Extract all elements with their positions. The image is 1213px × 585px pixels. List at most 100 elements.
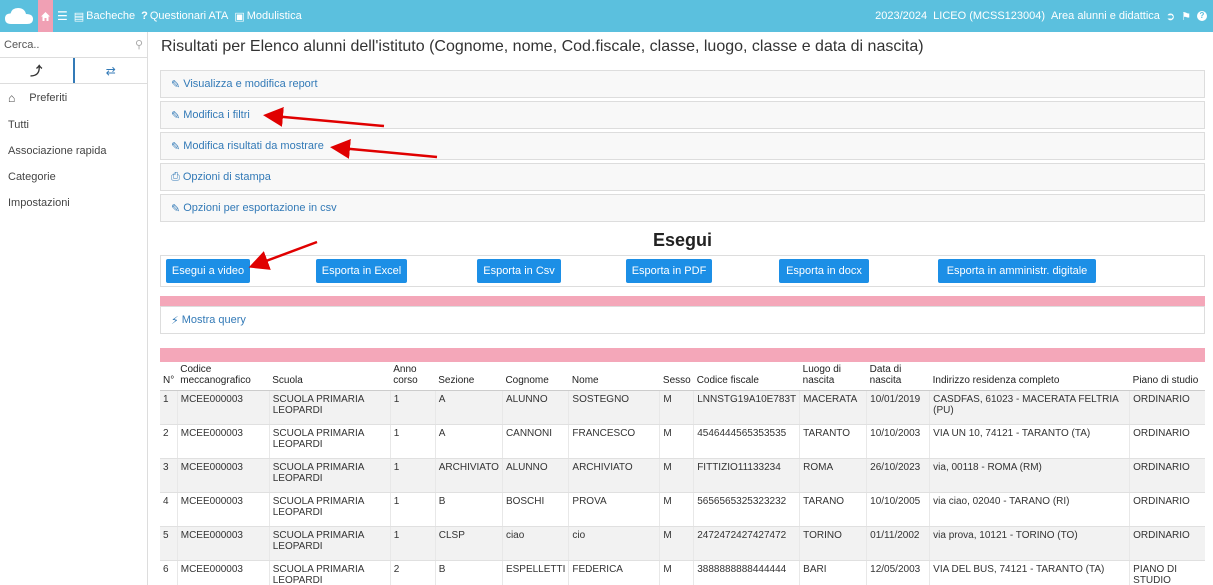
nav-questionari[interactable]: ? Questionari ATA	[141, 10, 228, 22]
table-cell: FRANCESCO	[568, 424, 660, 459]
panel-label: Modifica i filtri	[183, 109, 250, 121]
panel-label: Opzioni di stampa	[182, 171, 271, 183]
col-header[interactable]: Sezione	[435, 362, 503, 391]
col-header[interactable]: N°	[160, 362, 178, 391]
table-cell: MCEE000003	[176, 492, 270, 527]
export-pdf-button[interactable]: Esporta in PDF	[626, 259, 712, 283]
school-name[interactable]: LICEO (MCSS123004)	[933, 10, 1045, 22]
table-cell: 10/01/2019	[866, 390, 930, 425]
table-cell: FEDERICA	[568, 560, 660, 585]
table-cell: B	[434, 560, 503, 585]
nav-bacheche-label: Bacheche	[86, 10, 136, 22]
table-cell: 2	[389, 560, 436, 585]
table-cell: M	[659, 560, 694, 585]
panel-opzioni-stampa[interactable]: ⎙ Opzioni di stampa	[160, 163, 1205, 191]
search-box[interactable]: Cerca.. ⚲	[0, 32, 147, 58]
col-header[interactable]: Piano di studio	[1129, 362, 1205, 391]
cloud-logo-icon[interactable]	[0, 0, 38, 32]
table-row[interactable]: 4 MCEE000003 SCUOLA PRIMARIA LEOPARDI 1 B BOS…	[160, 492, 1205, 527]
table-cell: 26/10/2023	[866, 458, 930, 493]
page-title: Risultati per Elenco alunni dell'istitut…	[161, 38, 924, 55]
export-csv-button[interactable]: Esporta in Csv	[477, 259, 561, 283]
search-icon[interactable]: ⚲	[135, 38, 143, 51]
col-header[interactable]: Codice fiscale	[693, 362, 800, 391]
area-label[interactable]: Area alunni e didattica	[1051, 10, 1160, 22]
table-cell: SCUOLA PRIMARIA LEOPARDI	[268, 424, 391, 459]
sidebar-item-associazione[interactable]: Associazione rapida	[0, 138, 147, 164]
table-row[interactable]: 6 MCEE000003 SCUOLA PRIMARIA LEOPARDI 2 B ESP…	[160, 560, 1205, 585]
nav-questionari-label: Questionari ATA	[149, 10, 229, 22]
table-cell: BOSCHI	[501, 492, 569, 527]
panel-label: Modifica risultati da mostrare	[183, 140, 324, 152]
table-cell: TORINO	[799, 526, 867, 561]
panel-modifica-risultati[interactable]: ✎ Modifica risultati da mostrare	[160, 132, 1205, 160]
table-row[interactable]: 3 MCEE000003 SCUOLA PRIMARIA LEOPARDI 1 ARCH…	[160, 458, 1205, 493]
table-cell: CASDFAS, 61023 - MACERATA FELTRIA (PU)	[929, 390, 1130, 425]
table-cell: 01/11/2002	[866, 526, 930, 561]
export-digitale-button[interactable]: Esporta in amministr. digitale	[938, 259, 1096, 283]
bell-icon[interactable]: ⚑	[1181, 10, 1191, 23]
table-cell: SCUOLA PRIMARIA LEOPARDI	[268, 526, 391, 561]
col-header[interactable]: Cognome	[502, 362, 569, 391]
sidebar-item-tutti[interactable]: Tutti	[0, 112, 147, 138]
esegui-video-button[interactable]: Esegui a video	[166, 259, 250, 283]
export-excel-button[interactable]: Esporta in Excel	[316, 259, 407, 283]
tab-up[interactable]: ⤴	[0, 58, 75, 83]
panel-modifica-filtri[interactable]: ✎ Modifica i filtri	[160, 101, 1205, 129]
table-cell: BARI	[799, 560, 867, 585]
tab-refresh[interactable]: ⇄	[75, 58, 148, 83]
export-docx-button[interactable]: Esporta in docx	[779, 259, 869, 283]
query-label: Mostra query	[181, 314, 246, 326]
sidebar-item-preferiti[interactable]: ⌂ Preferiti	[0, 84, 147, 112]
help-icon[interactable]: ?	[1197, 11, 1207, 21]
nav-bacheche[interactable]: ▤ Bacheche	[74, 10, 135, 23]
mostra-query-toggle[interactable]: ⚡ Mostra query	[160, 306, 1205, 334]
table-cell: 1	[389, 390, 436, 425]
search-input[interactable]: Cerca..	[4, 39, 39, 51]
table-row[interactable]: 1 MCEE000003 SCUOLA PRIMARIA LEOPARDI 1 A ALU…	[160, 390, 1205, 425]
table-cell: 12/05/2003	[866, 560, 930, 585]
print-icon: ⎙	[171, 170, 180, 183]
edit-icon: ✎	[171, 78, 181, 91]
sidebar-item-label: Preferiti	[29, 92, 68, 104]
col-header[interactable]: Anno corso	[390, 362, 436, 391]
pink-divider	[160, 348, 1205, 362]
col-header[interactable]: Scuola	[269, 362, 391, 391]
table-cell: ALUNNO	[501, 390, 569, 425]
sidebar-item-categorie[interactable]: Categorie	[0, 164, 147, 190]
table-cell: 3	[160, 458, 178, 493]
edit-icon: ✎	[171, 109, 181, 122]
sidebar-tabs: ⤴ ⇄	[0, 58, 147, 84]
panel-opzioni-csv[interactable]: ✎ Opzioni per esportazione in csv	[160, 194, 1205, 222]
sidebar-item-impostazioni[interactable]: Impostazioni	[0, 190, 147, 216]
table-row[interactable]: 5 MCEE000003 SCUOLA PRIMARIA LEOPARDI 1 CLSP…	[160, 526, 1205, 561]
table-cell: VIA DEL BUS, 74121 - TARANTO (TA)	[929, 560, 1130, 585]
home-icon: ⌂	[8, 91, 16, 105]
table-cell: VIA UN 10, 74121 - TARANTO (TA)	[929, 424, 1130, 459]
col-header[interactable]: Codice meccanografico	[177, 362, 270, 391]
col-header[interactable]: Data di nascita	[866, 362, 930, 391]
home-icon[interactable]	[38, 0, 53, 32]
col-header[interactable]: Luogo di nascita	[799, 362, 867, 391]
table-cell: 5	[160, 526, 178, 561]
table-cell: 2472472427427472	[693, 526, 800, 561]
nav-modulistica[interactable]: ▣ Modulistica	[234, 10, 301, 23]
table-cell: 1	[389, 458, 436, 493]
logout-icon[interactable]: ➲	[1166, 10, 1175, 23]
edit-icon: ✎	[171, 202, 181, 215]
menu-icon[interactable]: ☰	[57, 9, 68, 23]
school-year[interactable]: 2023/2024	[875, 10, 927, 22]
table-cell: PROVA	[568, 492, 660, 527]
col-header[interactable]: Sesso	[659, 362, 694, 391]
table-cell: M	[659, 458, 694, 493]
table-row[interactable]: 2 MCEE000003 SCUOLA PRIMARIA LEOPARDI 1 A CAN…	[160, 424, 1205, 459]
col-header[interactable]: Indirizzo residenza completo	[929, 362, 1130, 391]
col-header[interactable]: Nome	[568, 362, 660, 391]
table-cell: M	[659, 492, 694, 527]
table-cell: MCEE000003	[176, 560, 270, 585]
panel-visualizza-report[interactable]: ✎ Visualizza e modifica report	[160, 70, 1205, 98]
table-cell: M	[659, 526, 694, 561]
main-content: Risultati per Elenco alunni dell'istitut…	[160, 32, 1205, 585]
table-cell: via, 00118 - ROMA (RM)	[929, 458, 1130, 493]
table-cell: TARANO	[799, 492, 867, 527]
